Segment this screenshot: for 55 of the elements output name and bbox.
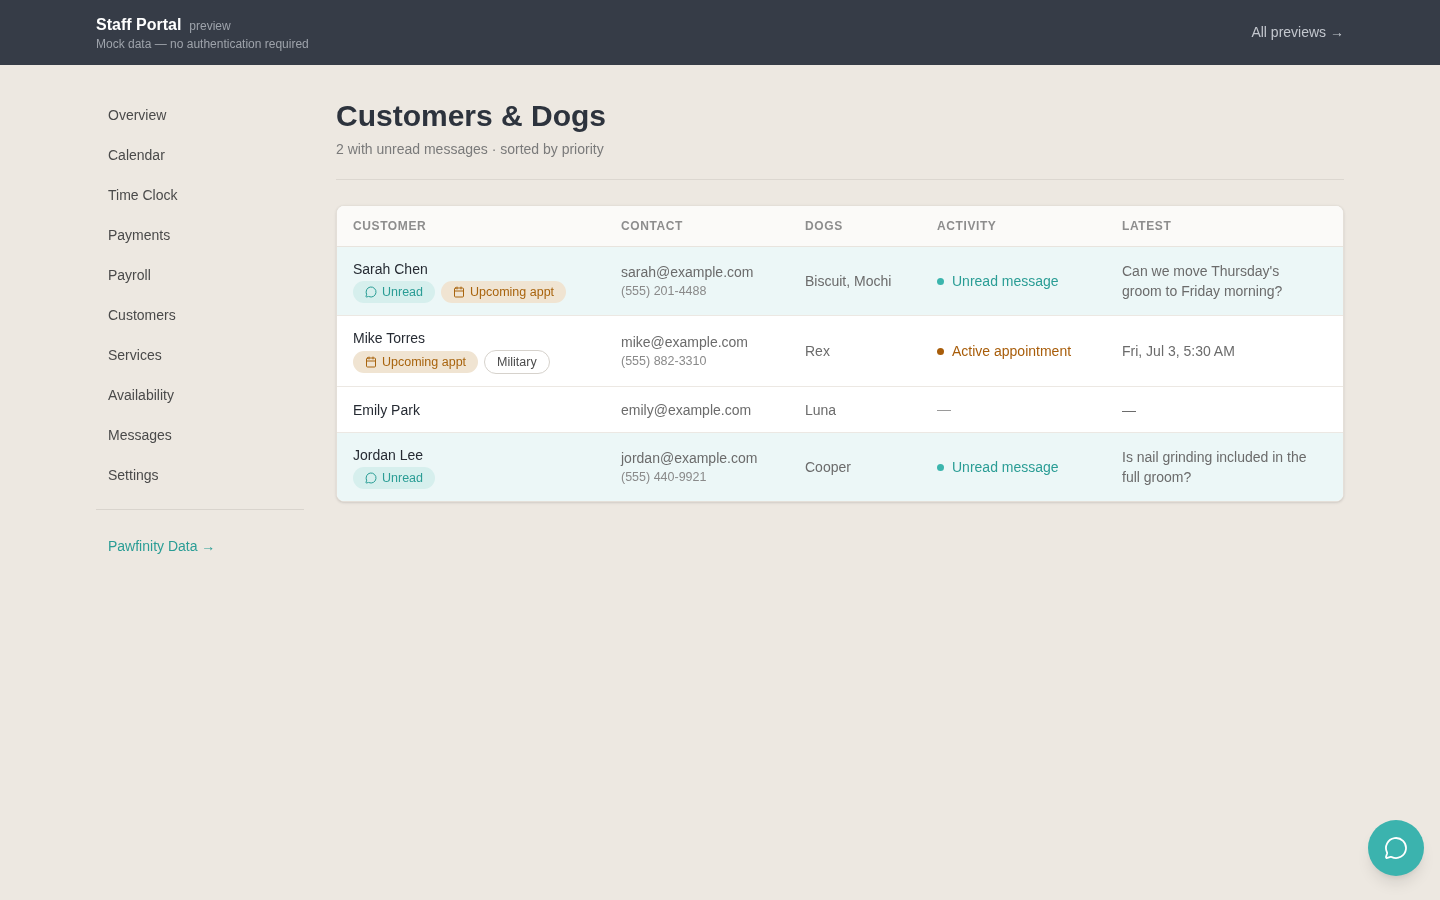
tag-badge: Military (484, 350, 550, 374)
preview-label: preview (189, 17, 231, 35)
sidebar-item[interactable]: Calendar (96, 135, 304, 175)
sidebar-item[interactable]: Payroll (96, 255, 304, 295)
dogs-text: Rex (805, 342, 830, 361)
column-header: LATEST (1122, 218, 1172, 235)
chat-button[interactable] (1368, 820, 1424, 876)
latest-text: Fri, Jul 3, 5:30 AM (1122, 342, 1235, 361)
latest-text: — (1122, 400, 1136, 420)
page-title: Customers & Dogs (336, 98, 608, 134)
sidebar-item[interactable]: Availability (96, 375, 304, 415)
calendar-icon (365, 356, 377, 368)
email-text: jordan@example.com (621, 449, 758, 468)
calendar-icon (453, 286, 465, 298)
appointment-badge: Upcoming appt (353, 351, 479, 373)
latest-text: Can we move Thursday's groom to Friday morning? (1122, 262, 1284, 301)
app-title: Staff Portal (96, 14, 182, 35)
column-header: CONTACT (621, 218, 683, 235)
customer-name: Jordan Lee (353, 446, 425, 465)
activity-text: Unread message (952, 271, 1059, 291)
latest-text: Is nail grinding included in the full groom? (1122, 448, 1308, 487)
email-text: mike@example.com (621, 333, 749, 352)
customer-name: Mike Torres (353, 329, 427, 348)
activity-text: Active appointment (952, 341, 1072, 361)
sidebar-item[interactable]: Payments (96, 215, 304, 255)
app-subtitle: Mock data — no authentication required (96, 35, 309, 52)
page-subtitle: 2 with unread messages · sorted by priority (336, 140, 605, 159)
unread-badge: Unread (353, 467, 435, 489)
activity-text: Unread message (952, 457, 1059, 477)
customer-name: Emily Park (353, 400, 421, 420)
phone-text: (555) 201-4488 (621, 283, 707, 300)
phone-text: (555) 440-9921 (621, 469, 707, 486)
dogs-text: Biscuit, Mochi (805, 272, 892, 291)
sidebar-item[interactable]: Time Clock (96, 175, 304, 215)
sidebar-item[interactable]: Overview (96, 95, 304, 135)
all-previews-link[interactable]: All previews → (1251, 22, 1344, 43)
email-text: sarah@example.com (621, 263, 754, 282)
email-text: emily@example.com (621, 400, 752, 420)
column-header: CUSTOMER (353, 218, 427, 235)
sidebar-item[interactable]: Messages (96, 415, 304, 455)
sidebar-item[interactable]: Services (96, 335, 304, 375)
column-header: ACTIVITY (937, 218, 997, 235)
unread-badge: Unread (353, 281, 435, 303)
activity-text: — (937, 400, 951, 419)
speech-bubble-icon (1384, 836, 1408, 860)
sidebar-item[interactable]: Customers (96, 295, 304, 335)
speech-bubble-icon (365, 472, 377, 484)
dogs-text: Luna (805, 400, 837, 420)
dogs-text: Cooper (805, 458, 851, 477)
appointment-badge: Upcoming appt (441, 281, 567, 303)
customer-name: Sarah Chen (353, 260, 429, 279)
sidebar-item[interactable]: Settings (96, 455, 304, 495)
column-header: DOGS (805, 218, 843, 235)
phone-text: (555) 882-3310 (621, 353, 707, 370)
speech-bubble-icon (365, 286, 377, 298)
